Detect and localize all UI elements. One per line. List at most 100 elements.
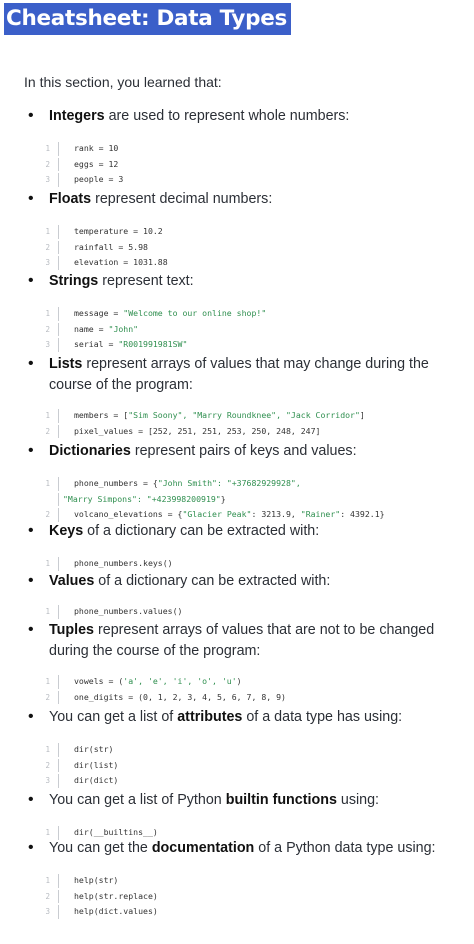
code-text: help(str) [74,875,119,885]
code-text: eggs = 12 [74,158,119,169]
code-line: 2 rainfall = 5.98 [36,240,466,256]
code-text: people = 3 [74,174,124,184]
text-suffix: represent text: [98,273,194,289]
text-suffix: of a dictionary can be extracted with: [94,573,331,589]
code-line: 3 help(dict.values) [36,904,466,920]
text-keyword: Dictionaries [49,443,131,459]
bullet-dot: • [28,621,34,638]
text-keyword: Tuples [49,622,95,638]
code-line: 1 message = "Welcome to our online shop!" [36,306,466,322]
line-number: 2 [45,242,50,252]
list-item-text: Integers are used to represent whole num… [49,106,461,127]
code-line: 2 eggs = 12 [36,157,466,173]
code-block: 1 rank = 10 2 eggs = 12 3 people = 3 [36,141,466,188]
gutter-divider [58,905,59,919]
list-item-text: You can get a list of Python builtin fun… [49,790,461,811]
code-line: 3 elevation = 1031.88 [36,255,466,271]
bullet-dot: • [28,572,34,589]
code-block: 1 dir(str) 2 dir(list) 3 dir(dict) [36,742,466,789]
code-text: help(dict.values) [74,906,158,916]
text-keyword: builtin functions [225,792,337,808]
code-line: 1 phone_numbers.keys() [36,556,466,572]
line-number: 2 [45,692,50,702]
text-prefix: You can get a list of Python [49,792,226,808]
line-number: 1 [45,876,50,885]
code-line: 1 phone_numbers = {"John Smith": "+376829… [36,476,466,492]
code-text: dir(list) [74,759,119,770]
code-text: rainfall = 5.98 [74,241,148,252]
line-number: 2 [45,324,50,334]
text-suffix: of a data type has using: [242,709,403,725]
gutter-divider [58,240,59,254]
gutter-divider [58,157,59,171]
code-line: 2 name = "John" [36,322,466,338]
code-line: 1 rank = 10 [36,141,466,157]
line-number: 2 [45,891,50,901]
line-number: 3 [45,907,50,916]
code-line: 2 help(str.replace) [36,889,466,905]
list-item-text: Tuples represent arrays of values that a… [49,620,461,662]
line-number: 2 [45,159,50,169]
text-suffix: of a dictionary can be extracted with: [83,523,320,539]
code-text: pixel_values = [252, 251, 251, 253, 250,… [74,425,321,436]
code-line: 2 pixel_values = [252, 251, 251, 253, 250… [36,424,466,440]
line-number: 1 [45,745,50,754]
code-text: dir(dict) [74,775,119,785]
gutter-divider [58,774,59,788]
text-keyword: Floats [49,191,92,207]
list-item-text: You can get the documentation of a Pytho… [49,838,461,859]
intro-text: In this section, you learned that: [24,74,222,90]
text-suffix: are used to represent whole numbers: [104,108,350,124]
code-text: phone_numbers.values() [74,606,183,616]
gutter-divider [58,322,59,336]
code-block: 1 phone_numbers.keys() [36,556,466,572]
text-suffix: represent pairs of keys and values: [130,443,357,459]
gutter-divider [58,256,59,270]
gutter-divider [58,889,59,903]
code-text: message = "Welcome to our online shop!" [74,308,267,318]
list-item-text: Strings represent text: [49,271,461,292]
gutter-divider [58,874,59,888]
code-block: 1 message = "Welcome to our online shop!"… [36,306,466,353]
gutter-divider [58,173,59,187]
code-line: 3 dir(dict) [36,773,466,789]
code-line: 2 one_digits = (0, 1, 2, 3, 4, 5, 6, 7, 8… [36,690,466,706]
line-number: 3 [45,175,50,184]
code-text: members = ["Sim Soony", "Marry Roundknee… [74,410,365,420]
code-line: 3 people = 3 [36,172,466,188]
code-line: 3 serial = "R001991981SW" [36,337,466,353]
text-keyword: attributes [177,709,243,725]
list-item-text: You can get a list of attributes of a da… [49,707,461,728]
line-number: 1 [45,479,50,488]
code-block: 1 phone_numbers = {"John Smith": "+376829… [36,476,466,523]
line-number: 1 [45,607,50,616]
bullet-dot: • [28,522,34,539]
code-text: phone_numbers.keys() [74,558,173,568]
gutter-divider [58,557,59,571]
code-text: dir(str) [74,744,114,754]
code-line: 1 dir(str) [36,742,466,758]
bullet-dot: • [28,107,34,124]
list-item-text: Dictionaries represent pairs of keys and… [49,441,461,462]
code-text: name = "John" [74,323,139,334]
code-line: 1 temperature = 10.2 [36,224,466,240]
code-block: 1 temperature = 10.2 2 rainfall = 5.98 3 elev… [36,224,466,271]
code-line: 1 members = ["Sim Soony", "Marry Roundkne… [36,408,466,424]
code-line: 1 help(str) [36,873,466,889]
text-prefix: You can get the [49,840,152,856]
code-text: one_digits = (0, 1, 2, 3, 4, 5, 6, 7, 8,… [74,691,286,702]
text-keyword: Integers [49,108,105,124]
bullet-dot: • [28,442,34,459]
gutter-divider [58,307,59,321]
line-number: 1 [45,227,50,236]
text-suffix: using: [336,792,380,808]
list-item-text: Keys of a dictionary can be extracted wi… [49,521,461,542]
gutter-divider [58,142,59,156]
code-block: 1 phone_numbers.values() [36,604,466,620]
page-title: Cheatsheet: Data Types [4,3,292,35]
gutter-divider [58,424,59,438]
gutter-divider [58,675,59,689]
code-text: vowels = ('a', 'e', 'i', 'o', 'u') [74,676,242,686]
code-text: temperature = 10.2 [74,226,163,236]
code-text: serial = "R001991981SW" [74,339,188,349]
